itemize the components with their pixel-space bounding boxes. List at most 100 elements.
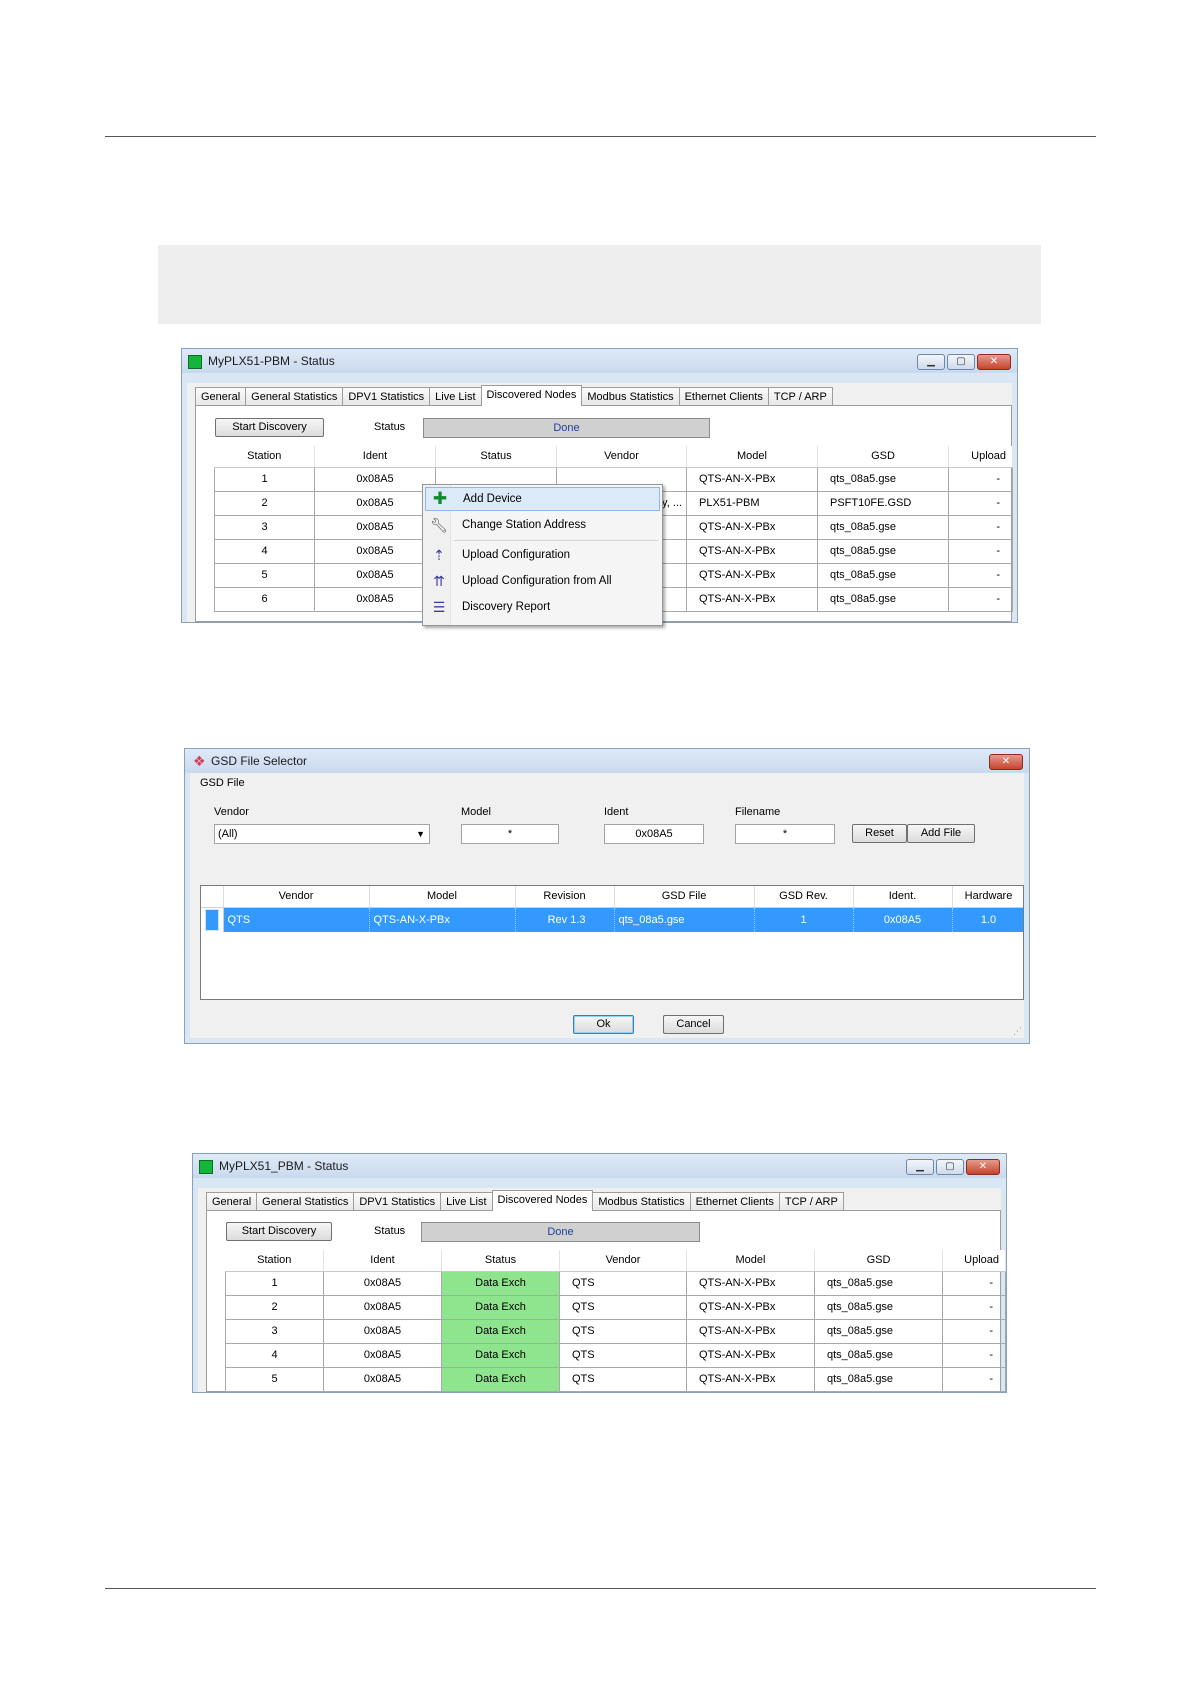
station-cell: 5 <box>214 562 315 588</box>
menu-item-upload-configuration[interactable]: ⇡ Upload Configuration <box>425 544 660 568</box>
app-icon <box>199 1160 213 1174</box>
chevron-down-icon[interactable]: ▼ <box>416 825 425 843</box>
tab-strip: General General Statistics DPV1 Statisti… <box>206 1190 844 1211</box>
tab-modbus-statistics[interactable]: Modbus Statistics <box>592 1192 691 1211</box>
ident-cell: 0x08A5 <box>314 514 436 540</box>
tab-general[interactable]: General <box>206 1192 258 1211</box>
table-row[interactable]: 1 0x08A5 Data Exch QTS QTS-AN-X-PBx qts_… <box>225 1270 1006 1296</box>
column-header[interactable]: Station <box>214 446 315 468</box>
column-header[interactable]: Model <box>686 1250 815 1272</box>
row-header[interactable] <box>201 907 224 932</box>
ident-cell: 0x08A5 <box>314 466 436 492</box>
tab-dpv1-statistics[interactable]: DPV1 Statistics <box>353 1192 442 1211</box>
ident-cell: 0x08A5 <box>323 1318 442 1344</box>
close-icon[interactable]: ✕ <box>966 1159 1000 1175</box>
add-file-button[interactable]: Add File <box>907 824 975 843</box>
close-icon[interactable]: ✕ <box>989 754 1023 770</box>
model-field[interactable]: * <box>461 824 559 844</box>
tab-general-statistics[interactable]: General Statistics <box>245 387 344 406</box>
ident-cell: 0x08A5 <box>314 586 436 612</box>
ident-cell: 0x08A5 <box>323 1366 442 1392</box>
column-header[interactable]: Hardware <box>952 886 1023 908</box>
station-cell: 1 <box>225 1270 324 1296</box>
table-row[interactable]: 2 0x08A5 Data Exch QTS QTS-AN-X-PBx qts_… <box>225 1294 1006 1320</box>
column-header[interactable]: GSD Rev. <box>754 886 854 908</box>
title-bar[interactable]: ❖ GSD File Selector ✕ <box>185 749 1029 773</box>
column-header[interactable]: GSD <box>814 1250 943 1272</box>
window-client: General General Statistics DPV1 Statisti… <box>198 1188 1006 1392</box>
maximize-icon[interactable]: ▢ <box>936 1159 964 1175</box>
column-header[interactable]: Model <box>369 886 516 908</box>
station-cell: 3 <box>225 1318 324 1344</box>
column-header[interactable]: Ident <box>314 446 436 468</box>
table-row[interactable]: 5 0x08A5 Data Exch QTS QTS-AN-X-PBx qts_… <box>225 1366 1006 1392</box>
ok-button[interactable]: Ok <box>573 1015 634 1034</box>
discovered-nodes-panel: Start Discovery Status Done Station Iden… <box>206 1210 1006 1392</box>
tab-general-statistics[interactable]: General Statistics <box>256 1192 355 1211</box>
ident-field[interactable]: 0x08A5 <box>604 824 704 844</box>
tab-live-list[interactable]: Live List <box>429 387 482 406</box>
column-header[interactable]: GSD <box>817 446 949 468</box>
tab-discovered-nodes[interactable]: Discovered Nodes <box>491 1190 594 1211</box>
wrench-icon: 🔧︎ <box>430 517 448 533</box>
column-header[interactable]: Vendor <box>556 446 687 468</box>
table-row[interactable]: 4 0x08A5 Data Exch QTS QTS-AN-X-PBx qts_… <box>225 1342 1006 1368</box>
start-discovery-button[interactable]: Start Discovery <box>215 418 324 437</box>
maximize-icon[interactable]: ▢ <box>947 354 975 370</box>
tab-discovered-nodes[interactable]: Discovered Nodes <box>480 385 583 406</box>
menu-item-add-device[interactable]: ✚ Add Device <box>425 487 660 511</box>
tab-tcp-arp[interactable]: TCP / ARP <box>767 387 833 406</box>
menu-item-upload-configuration-from-all[interactable]: ⇈ Upload Configuration from All <box>425 570 660 594</box>
minimize-icon[interactable]: ▁ <box>917 354 945 370</box>
cancel-button[interactable]: Cancel <box>663 1015 724 1034</box>
upload-cell: - <box>948 538 1013 564</box>
tab-live-list[interactable]: Live List <box>440 1192 493 1211</box>
tab-tcp-arp[interactable]: TCP / ARP <box>778 1192 844 1211</box>
minimize-icon[interactable]: ▁ <box>906 1159 934 1175</box>
menu-item-discovery-report[interactable]: ☰ Discovery Report <box>425 596 660 620</box>
upload-cell: - <box>942 1366 1006 1392</box>
column-header[interactable]: Status <box>441 1250 560 1272</box>
start-discovery-button[interactable]: Start Discovery <box>226 1222 332 1241</box>
gsd-file-list: Vendor Model Revision GSD File GSD Rev. … <box>200 885 1024 1000</box>
dialog-client: GSD File Vendor (All) ▼ Model * Ident 0x… <box>190 773 1024 1038</box>
menu-item-label: Change Station Address <box>462 519 587 531</box>
gsd-cell: qts_08a5.gse <box>814 1342 943 1368</box>
reset-button[interactable]: Reset <box>852 824 907 843</box>
ident-cell: 0x08A5 <box>323 1294 442 1320</box>
column-header[interactable]: Ident <box>323 1250 442 1272</box>
column-header[interactable]: Status <box>435 446 557 468</box>
model-cell: QTS-AN-X-PBx <box>686 514 818 540</box>
tab-dpv1-statistics[interactable]: DPV1 Statistics <box>342 387 431 406</box>
column-header[interactable]: Ident. <box>853 886 953 908</box>
column-header[interactable]: Revision <box>515 886 615 908</box>
gsd-cell: qts_08a5.gse <box>817 466 949 492</box>
gsd-file-table: Vendor Model Revision GSD File GSD Rev. … <box>201 886 1023 932</box>
table-row[interactable]: 3 0x08A5 Data Exch QTS QTS-AN-X-PBx qts_… <box>225 1318 1006 1344</box>
tab-ethernet-clients[interactable]: Ethernet Clients <box>678 387 769 406</box>
resize-grip-icon[interactable]: ⋰ <box>1013 1026 1022 1037</box>
title-bar[interactable]: MyPLX51_PBM - Status ▁ ▢ ✕ <box>193 1154 1006 1178</box>
column-header[interactable]: Upload <box>942 1250 1006 1272</box>
tab-modbus-statistics[interactable]: Modbus Statistics <box>581 387 680 406</box>
app-icon <box>188 355 202 369</box>
footer-rule <box>105 1588 1096 1589</box>
column-header[interactable]: Upload <box>948 446 1013 468</box>
app-icon: ❖ <box>193 753 206 769</box>
column-header[interactable]: Vendor <box>559 1250 687 1272</box>
close-icon[interactable]: ✕ <box>977 354 1011 370</box>
ident-cell: 0x08A5 <box>853 907 953 932</box>
title-bar[interactable]: MyPLX51-PBM - Status ▁ ▢ ✕ <box>182 349 1017 373</box>
tab-ethernet-clients[interactable]: Ethernet Clients <box>689 1192 780 1211</box>
menu-item-change-station-address[interactable]: 🔧︎ Change Station Address <box>425 514 660 538</box>
tab-general[interactable]: General <box>195 387 247 406</box>
table-row-selected[interactable]: QTS QTS-AN-X-PBx Rev 1.3 qts_08a5.gse 1 … <box>201 907 1023 932</box>
vendor-select[interactable]: (All) ▼ <box>214 824 430 844</box>
filename-field[interactable]: * <box>735 824 835 844</box>
column-header[interactable]: GSD File <box>614 886 755 908</box>
gsd-cell: qts_08a5.gse <box>814 1318 943 1344</box>
column-header[interactable]: Station <box>225 1250 324 1272</box>
column-header[interactable]: Vendor <box>223 886 370 908</box>
column-header[interactable]: Model <box>686 446 818 468</box>
station-cell: 6 <box>214 586 315 612</box>
